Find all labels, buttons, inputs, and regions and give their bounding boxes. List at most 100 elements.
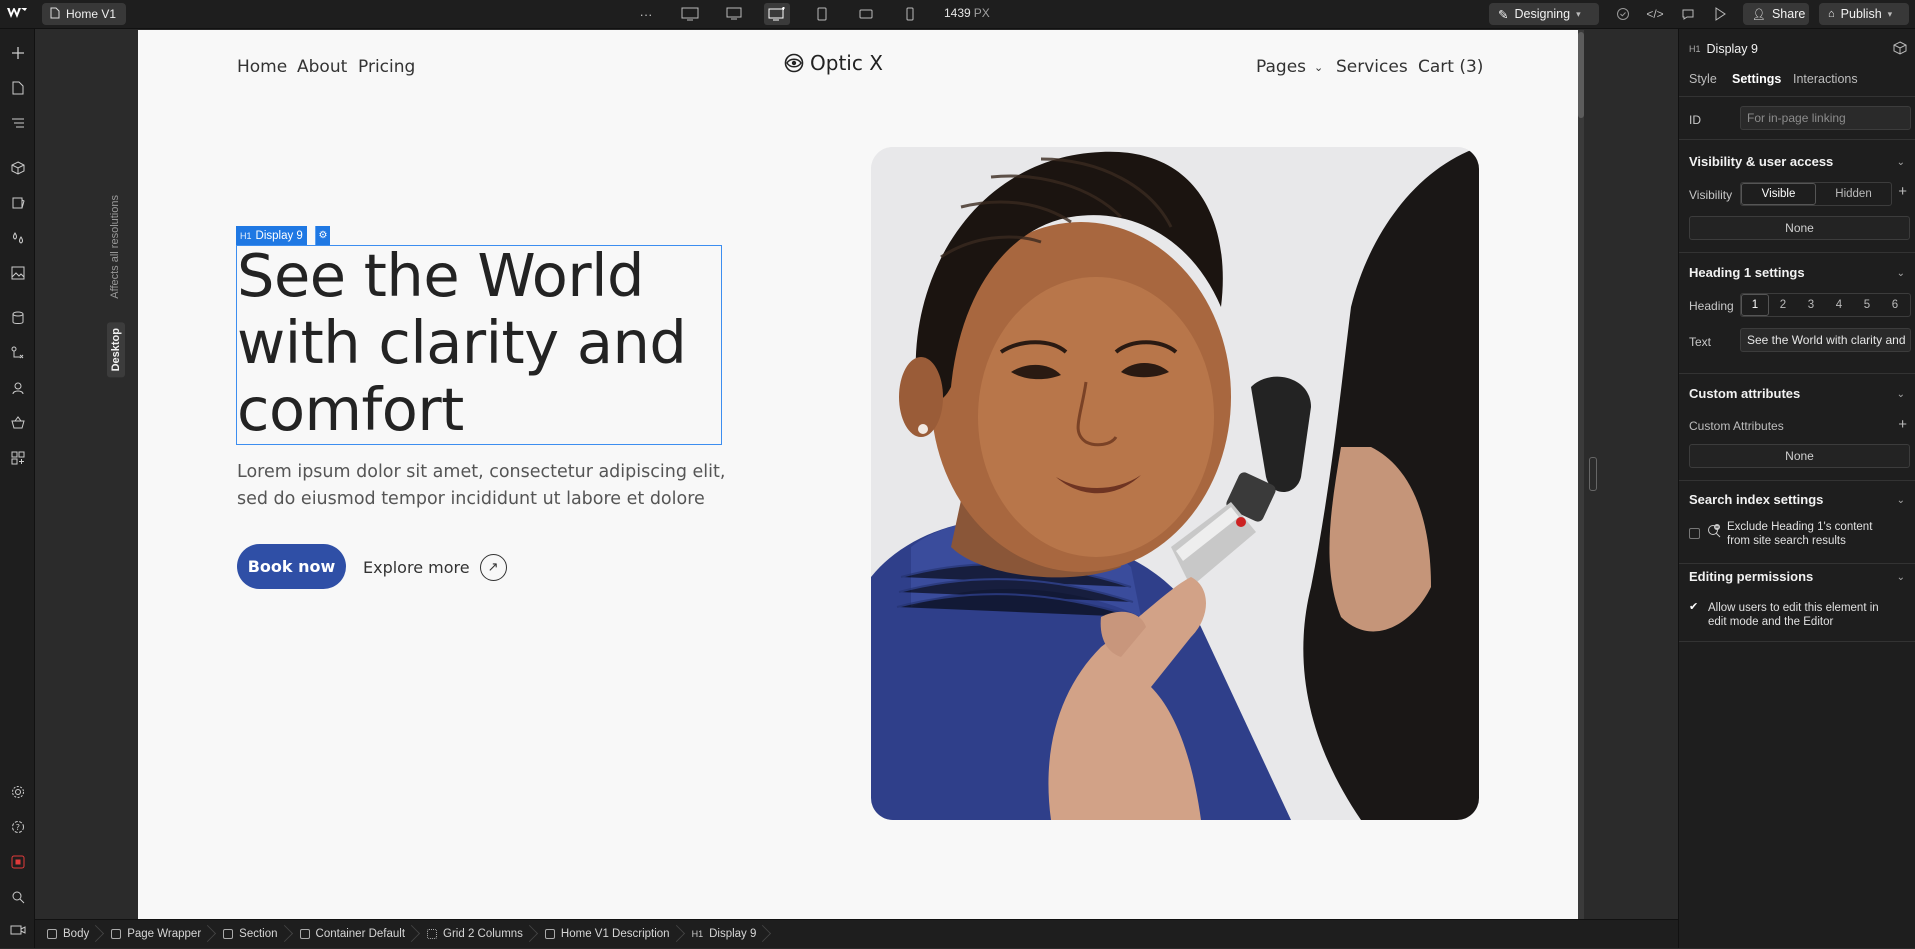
tab-interactions[interactable]: Interactions	[1793, 72, 1858, 86]
breadcrumb-grid[interactable]: Grid 2 Columns	[415, 920, 533, 949]
publish-button[interactable]: ⌂ Publish ▾	[1819, 3, 1909, 25]
scrollbar-thumb[interactable]	[1578, 32, 1584, 118]
breakpoint-desktop-large-icon[interactable]	[677, 3, 703, 25]
heading-level-2[interactable]: 2	[1769, 294, 1797, 316]
assets-image-icon[interactable]	[6, 261, 29, 284]
visibility-conditions-box[interactable]: None	[1689, 216, 1910, 240]
search-index-section-heading[interactable]: Search index settings	[1689, 492, 1823, 507]
nav-link-services[interactable]: Services	[1336, 57, 1408, 77]
brush-icon: ✎	[1498, 7, 1509, 22]
components-icon[interactable]	[6, 156, 29, 179]
custom-attributes-box[interactable]: None	[1689, 444, 1910, 468]
panel-element-header: H1 Display 9	[1689, 42, 1758, 56]
site-canvas[interactable]: Home About Pricing Optic X Pages ⌄ Servi…	[138, 30, 1578, 919]
chevron-down-icon[interactable]: ⌄	[1897, 157, 1905, 168]
text-label: Text	[1689, 335, 1712, 349]
tab-style[interactable]: Style	[1689, 72, 1717, 86]
chevron-down-icon[interactable]: ⌄	[1897, 389, 1905, 400]
chevron-down-icon[interactable]: ⌄	[1897, 572, 1905, 583]
hero-heading[interactable]: See the World with clarity and comfort	[237, 242, 721, 443]
add-attribute-icon[interactable]: +	[1898, 416, 1907, 433]
preview-play-icon[interactable]	[1707, 3, 1733, 25]
more-options-button[interactable]: ···	[633, 3, 659, 25]
chevron-down-icon[interactable]: ⌄	[1897, 495, 1905, 506]
breadcrumb-container[interactable]: Container Default	[288, 920, 416, 949]
search-icon[interactable]	[6, 885, 29, 908]
visibility-toggle[interactable]: Visible Hidden	[1740, 182, 1892, 206]
editing-allowed-checkmark-icon[interactable]: ✔	[1689, 600, 1698, 613]
heading-level-6[interactable]: 6	[1881, 294, 1909, 316]
ecommerce-basket-icon[interactable]	[6, 411, 29, 434]
variables-drops-icon[interactable]	[6, 226, 29, 249]
code-export-icon[interactable]: </>	[1642, 3, 1668, 25]
explore-more-link[interactable]: Explore more ↗	[363, 554, 507, 581]
breadcrumb-label: Section	[239, 928, 278, 940]
exclude-search-checkbox[interactable]	[1689, 528, 1700, 539]
breadcrumb-label: Page Wrapper	[127, 928, 202, 940]
style-selectors-icon[interactable]	[6, 191, 29, 214]
canvas-scrollbar[interactable]	[1578, 30, 1584, 919]
help-icon[interactable]: ?	[6, 815, 29, 838]
breakpoint-base-icon[interactable]	[764, 3, 790, 25]
heading-level-selector[interactable]: 1 2 3 4 5 6	[1740, 293, 1911, 317]
nav-link-pricing[interactable]: Pricing	[358, 57, 415, 77]
heading-level-5[interactable]: 5	[1853, 294, 1881, 316]
add-visibility-icon[interactable]: +	[1898, 183, 1907, 200]
heading-settings-section-heading[interactable]: Heading 1 settings	[1689, 265, 1805, 280]
webflow-logo-icon[interactable]	[6, 5, 28, 23]
book-now-button[interactable]: Book now	[237, 544, 346, 589]
visibility-hidden-option[interactable]: Hidden	[1816, 183, 1891, 205]
breadcrumb-body[interactable]: Body	[35, 920, 99, 949]
check-status-icon[interactable]	[1610, 3, 1636, 25]
nav-link-about[interactable]: About	[297, 57, 347, 77]
selected-element-name: Display 9	[255, 229, 303, 242]
video-tutorials-icon[interactable]	[6, 918, 29, 941]
custom-attributes-label: Custom Attributes	[1689, 419, 1784, 433]
custom-attributes-section-heading[interactable]: Custom attributes	[1689, 386, 1800, 401]
chevron-down-icon[interactable]: ⌄	[1897, 268, 1905, 279]
nav-link-home[interactable]: Home	[237, 57, 287, 77]
breakpoint-mobile-icon[interactable]	[897, 3, 923, 25]
visibility-visible-option[interactable]: Visible	[1741, 183, 1817, 205]
editing-permissions-section-heading[interactable]: Editing permissions	[1689, 569, 1813, 584]
breadcrumb-display-9[interactable]: H1 Display 9	[680, 920, 767, 949]
canvas-resize-handle[interactable]	[1589, 457, 1597, 491]
breakpoint-tablet-icon[interactable]	[809, 3, 835, 25]
apps-icon[interactable]	[6, 446, 29, 469]
hero-description[interactable]: Lorem ipsum dolor sit amet, consectetur …	[237, 459, 737, 513]
navigator-icon[interactable]	[6, 111, 29, 134]
nav-link-cart[interactable]: Cart (3)	[1418, 57, 1483, 77]
cms-database-icon[interactable]	[6, 306, 29, 329]
heading-level-1[interactable]: 1	[1741, 294, 1769, 316]
id-label: ID	[1689, 113, 1701, 127]
heading-level-3[interactable]: 3	[1797, 294, 1825, 316]
pages-icon[interactable]	[6, 76, 29, 99]
breadcrumb-description[interactable]: Home V1 Description	[533, 920, 680, 949]
nav-link-pages[interactable]: Pages ⌄	[1256, 57, 1323, 77]
visibility-section-heading[interactable]: Visibility & user access	[1689, 154, 1833, 169]
share-label: Share	[1771, 7, 1806, 21]
brand-logo[interactable]: Optic X	[784, 51, 883, 75]
component-icon[interactable]	[1893, 41, 1907, 58]
breadcrumb-page-wrapper[interactable]: Page Wrapper	[99, 920, 211, 949]
breadcrumb-section[interactable]: Section	[211, 920, 287, 949]
page-selector[interactable]: Home V1	[42, 3, 127, 25]
breakpoint-desktop-icon[interactable]	[721, 3, 747, 25]
canvas-width-readout[interactable]: 1439 PX	[944, 6, 990, 20]
id-input[interactable]: For in-page linking	[1740, 106, 1911, 130]
users-icon[interactable]	[6, 376, 29, 399]
add-panel-icon[interactable]	[6, 41, 29, 64]
settings-gear-icon[interactable]	[6, 780, 29, 803]
mode-selector-button[interactable]: ✎ Designing ▾	[1489, 3, 1599, 25]
tab-settings[interactable]: Settings	[1732, 72, 1781, 86]
arrow-up-right-icon: ↗	[479, 554, 507, 581]
breakpoint-mobile-landscape-icon[interactable]	[853, 3, 879, 25]
record-stop-icon[interactable]	[6, 850, 29, 873]
canvas-width-unit: PX	[973, 6, 990, 20]
share-button[interactable]: 👤︎ Share	[1743, 3, 1809, 25]
breakpoint-label: Desktop	[107, 322, 125, 378]
logic-flow-icon[interactable]	[6, 341, 29, 364]
heading-level-4[interactable]: 4	[1825, 294, 1853, 316]
heading-text-input[interactable]: See the World with clarity and	[1740, 328, 1911, 352]
comments-icon[interactable]	[1675, 3, 1701, 25]
